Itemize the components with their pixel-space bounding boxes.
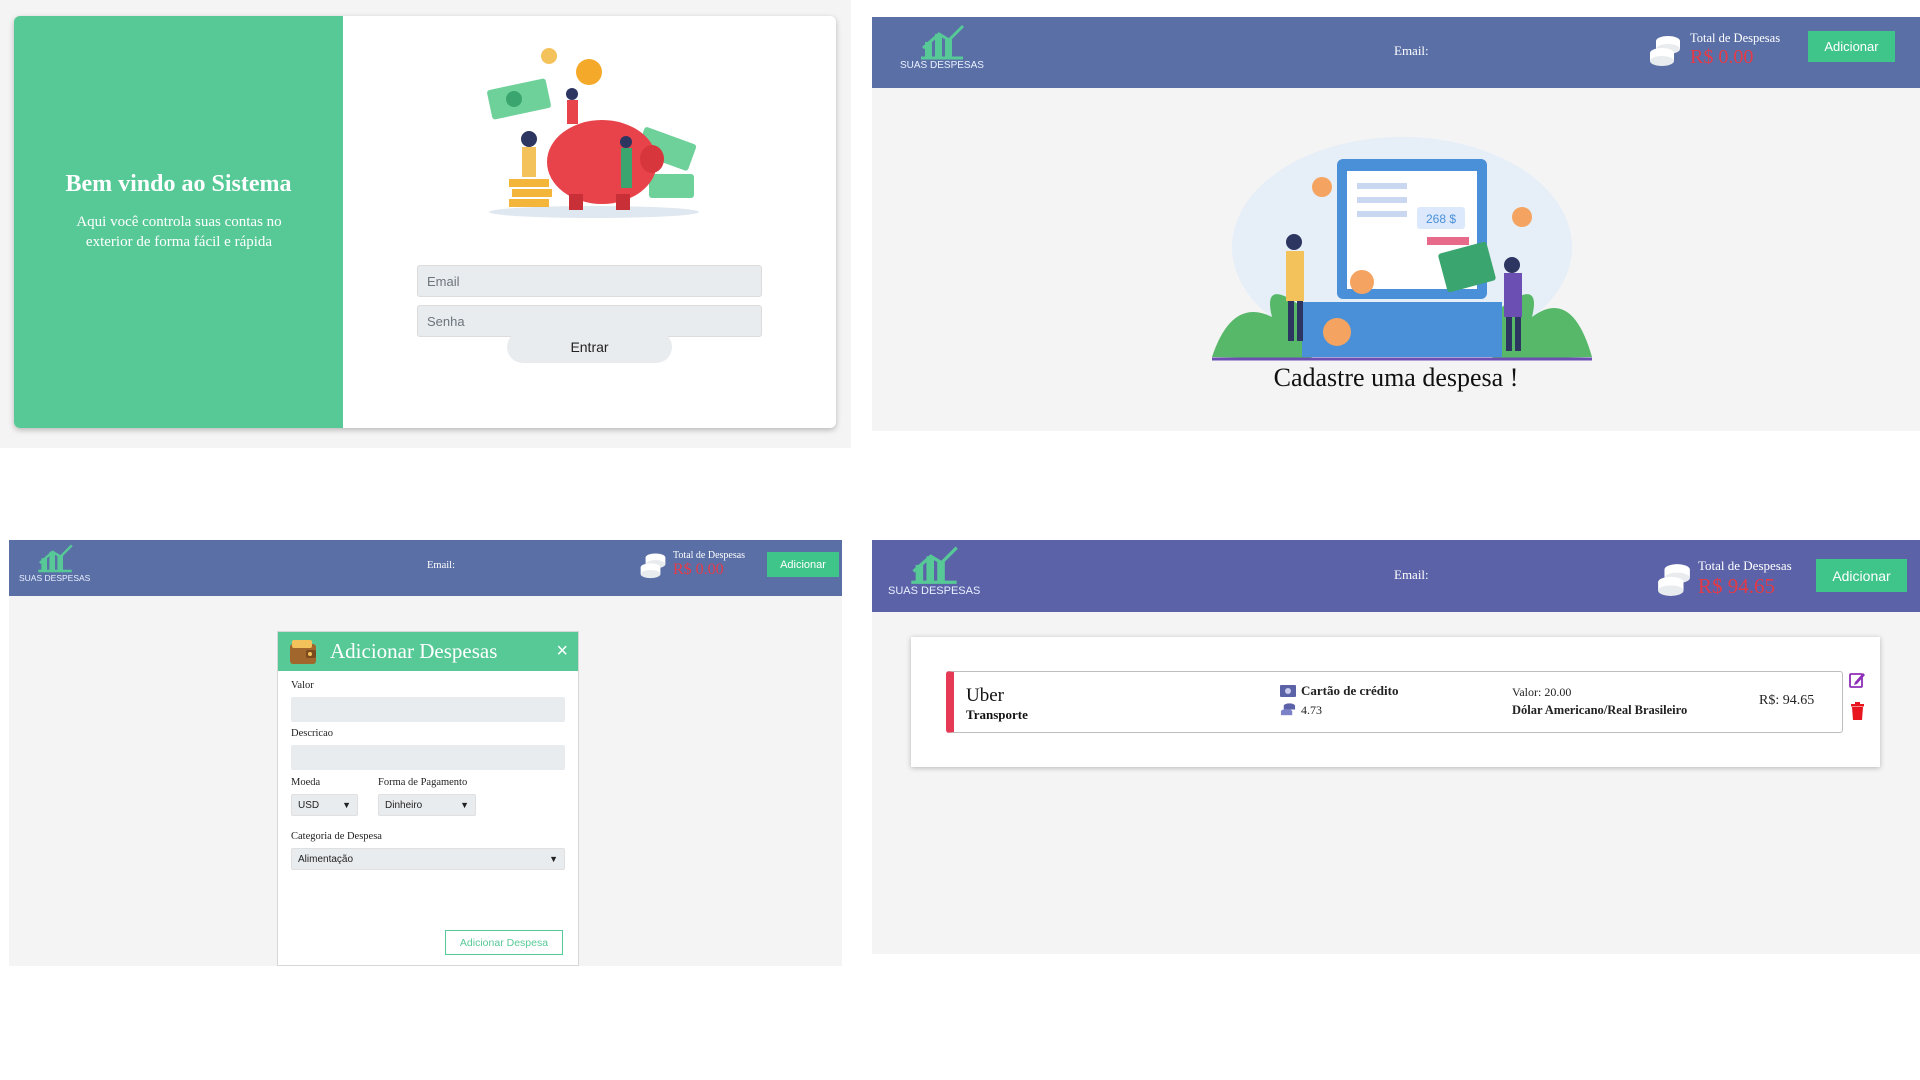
coins-icon — [1280, 703, 1296, 716]
svg-text:268 $: 268 $ — [1426, 212, 1456, 226]
app-logo[interactable]: SUAS DESPESAS — [900, 22, 984, 71]
email-input[interactable] — [417, 265, 762, 297]
add-expense-submit-button[interactable]: Adicionar Despesa — [445, 930, 563, 955]
add-button[interactable]: Adicionar — [1808, 31, 1895, 62]
moeda-select[interactable]: USD ▼ — [291, 794, 358, 816]
chart-logo-icon — [920, 24, 965, 60]
add-button[interactable]: Adicionar — [1816, 559, 1907, 592]
expense-list: Uber Transporte Cartão de crédito 4.73 V… — [911, 637, 1880, 767]
total-value: R$ 0.00 — [1690, 46, 1754, 68]
email-label: Email: — [427, 560, 455, 571]
valor-input[interactable] — [291, 697, 565, 722]
login-button[interactable]: Entrar — [507, 331, 672, 363]
payment-method: Cartão de crédito — [1279, 683, 1398, 699]
app-header: SUAS DESPESAS Email: Total de Despesas R… — [872, 17, 1920, 88]
expense-item: Uber Transporte Cartão de crédito 4.73 V… — [946, 671, 1843, 733]
welcome-title: Bem vindo ao Sistema — [65, 171, 292, 197]
add-expense-screen: SUAS DESPESAS Email: Total de Despesas R… — [9, 540, 842, 966]
empty-state-screen: SUAS DESPESAS Email: Total de Despesas R… — [872, 17, 1920, 431]
app-header: SUAS DESPESAS Email: Total de Despesas R… — [9, 540, 842, 596]
descricao-label: Descricao — [291, 728, 333, 739]
empty-state-caption: Cadastre uma despesa ! — [1273, 363, 1519, 392]
close-icon[interactable]: × — [556, 640, 568, 663]
expense-list-screen: SUAS DESPESAS Email: Total de Despesas R… — [872, 540, 1920, 954]
total-label: Total de Despesas — [673, 550, 746, 561]
total-expenses: Total de Despesas R$ 0.00 — [639, 550, 745, 579]
logo-text: SUAS DESPESAS — [19, 573, 91, 583]
email-label: Email: — [1394, 43, 1429, 58]
expense-description: Uber — [966, 685, 1004, 706]
login-screen: Bem vindo ao Sistema Aqui você controla … — [0, 0, 851, 448]
modal-header: Adicionar Despesas × — [278, 632, 578, 671]
total-value: R$ 0.00 — [673, 561, 724, 578]
exchange-rate: 4.73 — [1279, 702, 1322, 718]
categoria-label: Categoria de Despesa — [291, 831, 382, 842]
descricao-input[interactable] — [291, 745, 565, 770]
chart-logo-icon — [911, 546, 958, 584]
total-label: Total de Despesas — [1698, 558, 1792, 573]
trash-icon[interactable] — [1850, 702, 1865, 720]
edit-icon[interactable] — [1848, 671, 1866, 689]
piggy-bank-illustration — [487, 48, 699, 218]
expense-currency: Dólar Americano/Real Brasileiro — [1512, 703, 1688, 717]
welcome-text: Aqui você controla suas contas no exteri… — [76, 214, 282, 250]
chevron-down-icon: ▼ — [460, 800, 469, 810]
app-logo[interactable]: SUAS DESPESAS — [888, 543, 980, 597]
moeda-value: USD — [298, 799, 320, 811]
pagamento-select[interactable]: Dinheiro ▼ — [378, 794, 476, 816]
cash-icon — [1280, 685, 1296, 697]
converted-value: R$: 94.65 — [1759, 693, 1815, 708]
welcome-panel: Bem vindo ao Sistema Aqui você controla … — [14, 16, 343, 428]
total-label: Total de Despesas — [1690, 31, 1781, 45]
total-expenses: Total de Despesas R$ 94.65 — [1656, 558, 1792, 599]
moeda-label: Moeda — [291, 777, 321, 788]
app-header: SUAS DESPESAS Email: Total de Despesas R… — [872, 540, 1920, 612]
pagamento-label: Forma de Pagamento — [378, 777, 468, 788]
modal-title: Adicionar Despesas — [330, 639, 498, 663]
total-value: R$ 94.65 — [1698, 574, 1776, 598]
chevron-down-icon: ▼ — [342, 800, 351, 810]
add-expense-modal: Adicionar Despesas × Valor Descricao Moe… — [277, 631, 579, 966]
pagamento-value: Dinheiro — [385, 799, 423, 811]
exchange-rate-text: 4.73 — [1301, 702, 1322, 717]
chart-logo-icon — [37, 544, 73, 573]
valor-label: Valor — [291, 680, 314, 691]
logo-text: SUAS DESPESAS — [900, 60, 984, 71]
add-button[interactable]: Adicionar — [767, 552, 839, 577]
coins-icon — [1658, 563, 1690, 596]
categoria-value: Alimentação — [298, 853, 354, 865]
total-expenses: Total de Despesas R$ 0.00 — [1648, 31, 1780, 69]
logo-text: SUAS DESPESAS — [888, 585, 981, 597]
categoria-select[interactable]: Alimentação ▼ — [291, 848, 565, 870]
chevron-down-icon: ▼ — [549, 854, 558, 864]
email-label: Email: — [1394, 567, 1429, 582]
coins-icon — [1650, 36, 1680, 66]
coins-icon — [640, 552, 666, 578]
wallet-icon — [290, 639, 316, 664]
payment-method-text: Cartão de crédito — [1301, 683, 1399, 698]
login-card: Bem vindo ao Sistema Aqui você controla … — [14, 16, 836, 428]
finance-illustration: 268 $ — [1212, 137, 1592, 361]
app-logo[interactable]: SUAS DESPESAS — [19, 542, 90, 583]
expense-value: Valor: 20.00 — [1512, 685, 1572, 699]
expense-category: Transporte — [966, 707, 1028, 722]
